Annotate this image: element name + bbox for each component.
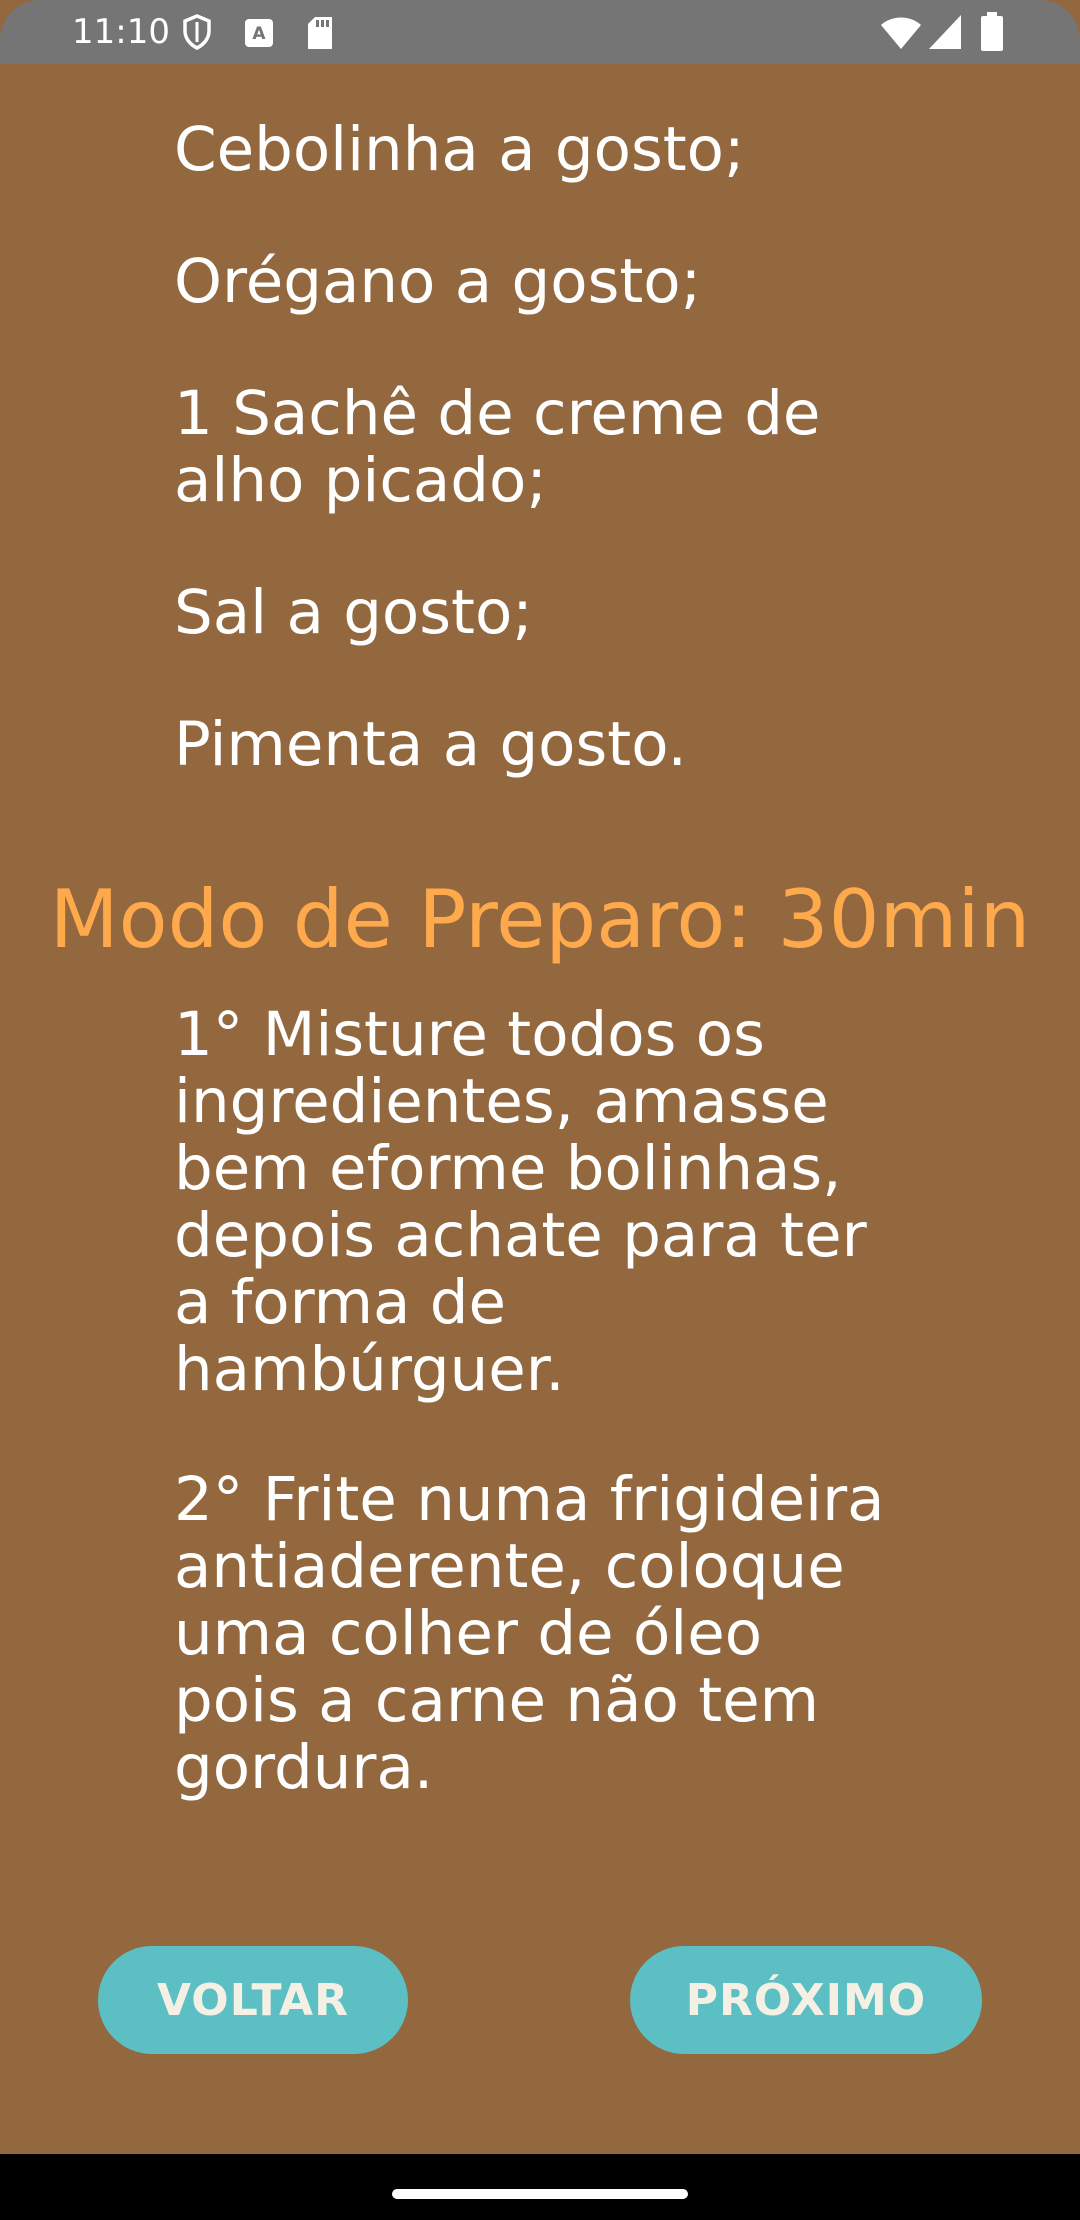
preparation-title: Modo de Preparo: 30min (49, 873, 1031, 966)
font-icon: A (245, 19, 273, 47)
ingredient-item: 1 Sachê de creme de alho picado; (174, 378, 821, 516)
battery-icon (981, 12, 1003, 51)
preparation-step: 1° Misture todos os ingredientes, amasse… (174, 999, 867, 1405)
ingredient-item: Orégano a gosto; (174, 246, 702, 317)
next-button[interactable]: PRÓXIMO (630, 1946, 982, 2054)
home-indicator[interactable] (392, 2189, 688, 2199)
wifi-icon (881, 17, 921, 49)
back-button[interactable]: VOLTAR (98, 1946, 408, 2054)
sd-card-icon (308, 17, 332, 49)
shield-icon (183, 14, 211, 50)
ingredient-item: Sal a gosto; (174, 577, 533, 648)
recipe-screen: 11:10 A Cebolinha a gosto; Orégano a gos… (0, 0, 1080, 2220)
navigation-bar (0, 2154, 1080, 2220)
status-time: 11:10 (72, 12, 170, 52)
svg-text:A: A (252, 24, 266, 44)
status-bar: 11:10 A (0, 0, 1080, 64)
preparation-step: 2° Frite numa frigideira antiaderente, c… (174, 1464, 885, 1803)
ingredient-item: Pimenta a gosto. (174, 709, 687, 780)
signal-icon (929, 15, 961, 49)
ingredient-item: Cebolinha a gosto; (174, 114, 745, 185)
